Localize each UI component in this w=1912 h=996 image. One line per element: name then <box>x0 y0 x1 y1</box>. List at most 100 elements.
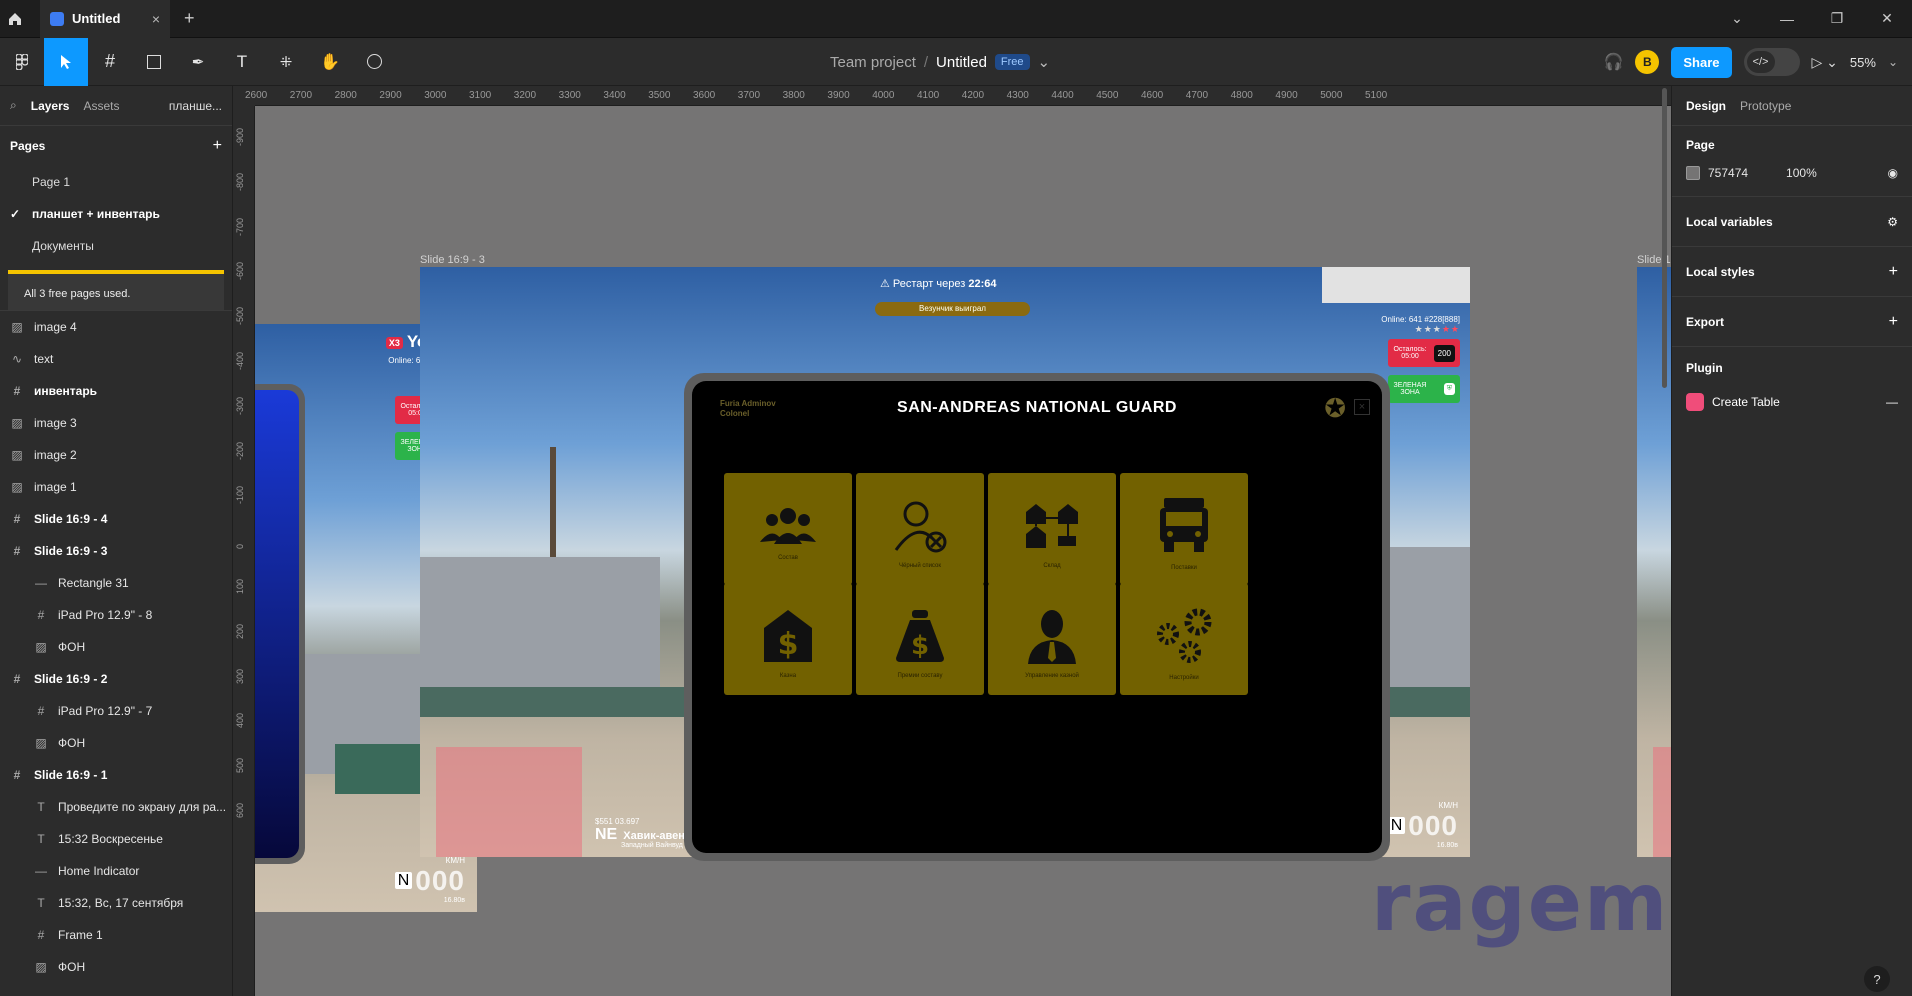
layer-row[interactable]: ▨ image 4 <box>0 311 232 343</box>
chevron-down-icon[interactable]: ⌄ <box>1888 55 1898 69</box>
tab-prototype[interactable]: Prototype <box>1740 99 1791 113</box>
home-button[interactable] <box>0 0 30 38</box>
tablet-tile[interactable]: Настройки <box>1120 583 1248 695</box>
page-switcher[interactable]: планше... <box>169 99 222 113</box>
page-opacity[interactable]: 100% <box>1786 166 1817 180</box>
frame-layer-icon: # <box>37 928 45 942</box>
close-tablet-button[interactable]: × <box>1354 399 1370 415</box>
layer-row[interactable]: — Rectangle 31 <box>0 567 232 599</box>
layer-row[interactable]: # Frame 1 <box>0 919 232 951</box>
slide-label[interactable]: Slide 16:9 - 3 <box>420 254 485 266</box>
page-section-title: Page <box>1686 138 1715 152</box>
tablet-tile[interactable]: Склад <box>988 473 1116 585</box>
layer-row[interactable]: ∿ text <box>0 343 232 375</box>
headphones-icon[interactable]: 🎧 <box>1603 52 1623 72</box>
eye-icon[interactable]: ◉ <box>1888 166 1898 180</box>
tab-layers[interactable]: Layers <box>31 99 70 113</box>
ruler-tick: 4300 <box>1006 90 1029 101</box>
tablet-tile[interactable]: Чёрный список <box>856 473 984 585</box>
components-tool[interactable]: ⁜ <box>264 38 308 86</box>
text-tool[interactable]: T <box>220 38 264 86</box>
help-button[interactable]: ? <box>1864 966 1890 992</box>
pen-tool[interactable]: ✒ <box>176 38 220 86</box>
maximize-icon[interactable]: ❐ <box>1812 0 1862 38</box>
layer-row[interactable]: — Home Indicator <box>0 855 232 887</box>
tab-assets[interactable]: Assets <box>83 99 119 113</box>
page-item[interactable]: Page 1 <box>0 166 232 198</box>
layer-row[interactable]: # Slide 16:9 - 3 <box>0 535 232 567</box>
present-icon[interactable]: ▷ ⌄ <box>1812 54 1838 71</box>
tablet-tile[interactable]: Поставки <box>1120 473 1248 585</box>
move-tool[interactable] <box>44 37 88 86</box>
export-section[interactable]: Export + <box>1672 297 1912 347</box>
hand-tool[interactable]: ✋ <box>308 38 352 86</box>
chevron-down-icon[interactable]: ⌄ <box>1038 53 1051 71</box>
close-window-icon[interactable]: ✕ <box>1862 0 1912 38</box>
plugin-create-table[interactable]: Create Table — <box>1686 393 1898 411</box>
add-page-icon[interactable]: + <box>213 137 222 155</box>
tile-label: Премии составу <box>897 672 943 679</box>
layer-row[interactable]: # iPad Pro 12.9" - 7 <box>0 695 232 727</box>
main-toolbar: # ✒ T ⁜ ✋ Team project / Untitled Free ⌄… <box>0 37 1912 86</box>
image-layer-icon: ▨ <box>35 640 47 654</box>
layer-row[interactable]: # Slide 16:9 - 2 <box>0 663 232 695</box>
dev-mode-toggle[interactable]: </> <box>1743 48 1800 76</box>
layer-row[interactable]: ▨ image 2 <box>0 439 232 471</box>
upgrade-notice: All 3 free pages used. <box>8 270 224 310</box>
page-item-current[interactable]: ✓ планшет + инвентарь <box>0 198 232 230</box>
ruler-tick: 3500 <box>648 90 671 101</box>
layer-row[interactable]: ▨ ФОН <box>0 631 232 663</box>
collapse-icon[interactable]: — <box>1886 395 1898 409</box>
zoom-level[interactable]: 55% <box>1850 55 1876 70</box>
main-menu-button[interactable] <box>0 38 44 86</box>
layer-row[interactable]: # Slide 16:9 - 4 <box>0 503 232 535</box>
tablet-tile[interactable]: $ Премии составу <box>856 583 984 695</box>
layer-row[interactable]: ▨ ФОН <box>0 951 232 983</box>
local-styles-section[interactable]: Local styles + <box>1672 247 1912 297</box>
page-color-swatch[interactable] <box>1686 166 1700 180</box>
layer-row[interactable]: # Slide 16:9 - 1 <box>0 759 232 791</box>
ruler-tick: 4000 <box>872 90 895 101</box>
canvas[interactable]: 2600 2700 2800 2900 3000 3100 3200 3300 3400 3500… <box>233 86 1671 996</box>
add-icon[interactable]: + <box>1889 313 1898 331</box>
upgrade-text: All 3 free pages used. <box>24 288 131 300</box>
settings-icon[interactable]: ⚙ <box>1887 215 1898 229</box>
tablet-tile[interactable]: $ Казна <box>724 583 852 695</box>
layer-row[interactable]: ▨ image 1 <box>0 471 232 503</box>
chevron-down-icon[interactable]: ⌄ <box>1712 0 1762 38</box>
layer-row[interactable]: # инвентарь <box>0 375 232 407</box>
tile-label: Настройки <box>1169 674 1199 681</box>
file-tab[interactable]: Untitled × <box>40 0 170 38</box>
text-icon: T <box>236 51 248 71</box>
canvas-scrollbar[interactable] <box>1662 88 1667 388</box>
close-tab-icon[interactable]: × <box>152 11 160 27</box>
local-variables-section[interactable]: Local variables ⚙ <box>1672 197 1912 247</box>
fuel-level: 16.80в <box>1436 842 1458 849</box>
file-name[interactable]: Untitled <box>936 54 987 71</box>
minimize-icon[interactable]: — <box>1762 0 1812 38</box>
layer-row[interactable]: T 15:32, Вс, 17 сентября <box>0 887 232 919</box>
search-icon[interactable]: ⌕ <box>10 98 17 113</box>
share-button[interactable]: Share <box>1671 46 1732 78</box>
shape-tool[interactable] <box>132 38 176 86</box>
layer-row[interactable]: ▨ image 3 <box>0 407 232 439</box>
logo-badge: X3 <box>385 336 403 349</box>
page-item[interactable]: Документы <box>0 230 232 262</box>
layer-row[interactable]: # iPad Pro 12.9" - 8 <box>0 599 232 631</box>
ipad-pro-frame[interactable]: Furia Adminov Colonel SAN-ANDREAS NATIONA… <box>684 373 1390 861</box>
new-tab-icon[interactable]: + <box>184 8 195 29</box>
rectangle-31[interactable] <box>436 747 582 857</box>
avatar[interactable]: B <box>1635 50 1660 74</box>
team-name[interactable]: Team project <box>830 54 916 71</box>
tablet-tile[interactable]: Управление казной <box>988 583 1116 695</box>
frame-tool[interactable]: # <box>88 38 132 86</box>
add-icon[interactable]: + <box>1889 263 1898 281</box>
pages-header: Pages + <box>0 126 232 166</box>
page-color-value[interactable]: 757474 <box>1708 166 1748 180</box>
layer-row[interactable]: T Проведите по экрану для ра... <box>0 791 232 823</box>
layer-row[interactable]: ▨ ФОН <box>0 727 232 759</box>
layer-row[interactable]: T 15:32 Воскресенье <box>0 823 232 855</box>
tablet-tile[interactable]: Состав <box>724 473 852 585</box>
comment-tool[interactable] <box>352 38 396 86</box>
tab-design[interactable]: Design <box>1686 99 1726 113</box>
